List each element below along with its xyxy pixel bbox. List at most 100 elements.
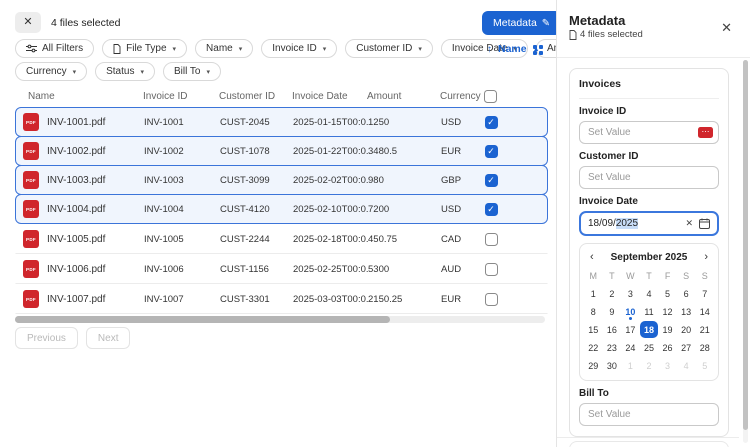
table-row[interactable]: PDFINV-1002.pdfINV-1002CUST-10782025-01-… <box>15 136 548 166</box>
clear-date-icon[interactable]: ✕ <box>685 218 693 229</box>
vertical-scrollbar-thumb[interactable] <box>743 60 748 430</box>
calendar-day-selected[interactable]: 18 <box>640 321 659 338</box>
pdf-file-icon: PDF <box>23 171 39 189</box>
row-checkbox[interactable]: ✓ <box>485 203 498 216</box>
calendar-day[interactable]: 6 <box>677 285 696 302</box>
table-row[interactable]: PDFINV-1006.pdfINV-1006CUST-11562025-02-… <box>15 254 548 284</box>
calendar-day[interactable]: 20 <box>677 321 696 338</box>
calendar-day[interactable]: 7 <box>695 285 714 302</box>
calendar-day[interactable]: 16 <box>603 321 622 338</box>
calendar-day[interactable]: 24 <box>621 339 640 356</box>
calendar-day[interactable]: 5 <box>695 357 714 374</box>
customer-id-input[interactable] <box>579 166 719 189</box>
invoice-date-input[interactable]: 18/09/2025 ✕ <box>579 211 719 236</box>
bill-to-input[interactable] <box>579 403 719 426</box>
column-header-amount[interactable]: Amount <box>367 90 440 103</box>
filter-chip-currency[interactable]: Currency▾ <box>15 62 87 81</box>
calendar-day[interactable]: 8 <box>584 303 603 320</box>
table-row[interactable]: PDFINV-1003.pdfINV-1003CUST-30992025-02-… <box>15 165 548 195</box>
calendar-day[interactable]: 4 <box>640 285 659 302</box>
calendar-day[interactable]: 17 <box>621 321 640 338</box>
amount-cell: 450.75 <box>368 234 441 245</box>
file-list-pane: ✕ 4 files selected Metadata ✎ All Filter… <box>0 0 556 447</box>
calendar-day[interactable]: 29 <box>584 357 603 374</box>
filter-chip-bill-to[interactable]: Bill To▾ <box>163 62 221 81</box>
calendar-day-today[interactable]: 10 <box>621 303 640 320</box>
row-checkbox[interactable] <box>485 293 498 306</box>
calendar-day[interactable]: 15 <box>584 321 603 338</box>
calendar-day[interactable]: 11 <box>640 303 659 320</box>
column-header-currency[interactable]: Currency <box>440 90 482 103</box>
weekday-label: F <box>658 267 677 284</box>
calendar-day[interactable]: 9 <box>603 303 622 320</box>
calendar-day[interactable]: 22 <box>584 339 603 356</box>
calendar-day[interactable]: 1 <box>584 285 603 302</box>
chevron-down-icon: ▾ <box>418 45 422 53</box>
calendar-day[interactable]: 13 <box>677 303 696 320</box>
calendar-day[interactable]: 3 <box>621 285 640 302</box>
table-row[interactable]: PDFINV-1004.pdfINV-1004CUST-41202025-02-… <box>15 194 548 224</box>
metadata-panel-header: Metadata 4 files selected <box>569 13 643 40</box>
next-month-button[interactable]: › <box>704 251 708 263</box>
table-row[interactable]: PDFINV-1001.pdfINV-1001CUST-20452025-01-… <box>15 107 548 137</box>
previous-button[interactable]: Previous <box>15 327 78 349</box>
metadata-button[interactable]: Metadata ✎ <box>482 11 561 35</box>
calendar-day[interactable]: 4 <box>677 357 696 374</box>
calendar-day[interactable]: 25 <box>640 339 659 356</box>
calendar-icon[interactable] <box>699 218 710 229</box>
horizontal-scrollbar[interactable] <box>15 316 545 323</box>
weekday-label: W <box>621 267 640 284</box>
row-checkbox[interactable]: ✓ <box>485 116 498 129</box>
column-header-invoice-id[interactable]: Invoice ID <box>143 90 219 103</box>
clear-selection-button[interactable]: ✕ <box>15 12 41 33</box>
file-name-cell: PDFINV-1006.pdf <box>23 260 144 278</box>
row-checkbox[interactable]: ✓ <box>485 174 498 187</box>
calendar-day[interactable]: 1 <box>621 357 640 374</box>
select-all-checkbox[interactable] <box>484 90 497 103</box>
close-panel-button[interactable]: ✕ <box>721 20 732 36</box>
grid-view-icon[interactable] <box>533 45 543 55</box>
calendar-day[interactable]: 12 <box>658 303 677 320</box>
invoice-date-label: Invoice Date <box>579 196 719 207</box>
calendar-day[interactable]: 27 <box>677 339 696 356</box>
calendar-day[interactable]: 19 <box>658 321 677 338</box>
calendar-day[interactable]: 30 <box>603 357 622 374</box>
calendar-day[interactable]: 28 <box>695 339 714 356</box>
column-header-invoice-date[interactable]: Invoice Date <box>292 90 367 103</box>
calendar-day[interactable]: 5 <box>658 285 677 302</box>
table-row[interactable]: PDFINV-1007.pdfINV-1007CUST-33012025-03-… <box>15 284 548 314</box>
filter-chip-customer-id[interactable]: Customer ID▾ <box>345 39 433 58</box>
row-checkbox-cell <box>483 263 499 276</box>
sort-arrow-icon: ↑ <box>487 44 492 55</box>
horizontal-scrollbar-thumb[interactable] <box>15 316 390 323</box>
header-checkbox-cell <box>482 90 498 103</box>
calendar-day[interactable]: 14 <box>695 303 714 320</box>
file-name-cell: PDFINV-1002.pdf <box>23 142 144 160</box>
filter-chip-file-type[interactable]: File Type▾ <box>102 39 187 58</box>
calendar-day[interactable]: 2 <box>603 285 622 302</box>
column-header-name[interactable]: Name <box>22 90 143 103</box>
calendar-day[interactable]: 21 <box>695 321 714 338</box>
calendar-day[interactable]: 23 <box>603 339 622 356</box>
calendar-day[interactable]: 2 <box>640 357 659 374</box>
app-window: ✕ 4 files selected Metadata ✎ All Filter… <box>0 0 750 447</box>
next-button[interactable]: Next <box>86 327 131 349</box>
vertical-scrollbar[interactable] <box>743 60 748 443</box>
invoice-date-cell: 2025-02-02T00:0... <box>293 175 368 186</box>
calendar-day[interactable]: 26 <box>658 339 677 356</box>
table-row[interactable]: PDFINV-1005.pdfINV-1005CUST-22442025-02-… <box>15 224 548 254</box>
row-checkbox[interactable]: ✓ <box>485 145 498 158</box>
panel-footer-divider <box>557 437 739 438</box>
filter-chip-status[interactable]: Status▾ <box>95 62 155 81</box>
previous-month-button[interactable]: ‹ <box>590 251 594 263</box>
filter-chip-all-filters[interactable]: All Filters <box>15 39 94 58</box>
calendar-day[interactable]: 3 <box>658 357 677 374</box>
sort-control[interactable]: ↑ Name ▲ <box>487 43 540 55</box>
filter-chip-invoice-id[interactable]: Invoice ID▾ <box>261 39 337 58</box>
column-header-customer-id[interactable]: Customer ID <box>219 90 292 103</box>
row-checkbox[interactable] <box>485 233 498 246</box>
filter-chip-name[interactable]: Name▾ <box>195 39 253 58</box>
row-checkbox[interactable] <box>485 263 498 276</box>
multiple-values-badge-icon[interactable]: ⋯ <box>698 127 713 138</box>
next-section-card-edge <box>569 441 729 447</box>
